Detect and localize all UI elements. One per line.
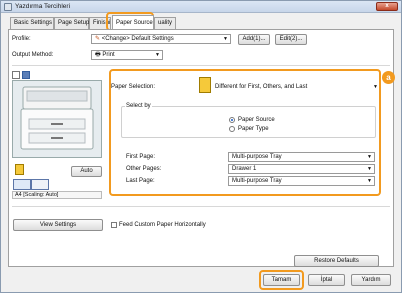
title-bar: Yazdırma Tercihleri x bbox=[1, 1, 401, 13]
printing-preferences-window: Yazdırma Tercihleri x Basic Settings Pag… bbox=[0, 0, 402, 293]
edit-profile-button[interactable]: Edit(2)... bbox=[275, 34, 307, 45]
cancel-button[interactable]: İptal bbox=[308, 274, 345, 286]
output-method-label: Output Method: bbox=[12, 52, 54, 58]
printer-app-icon bbox=[4, 3, 12, 11]
tab-page-setup[interactable]: Page Setup bbox=[54, 17, 89, 29]
chevron-down-icon: ▼ bbox=[223, 36, 228, 42]
preview-small-view-icon[interactable] bbox=[12, 71, 20, 79]
window-title: Yazdırma Tercihleri bbox=[15, 3, 71, 10]
printer-illustration bbox=[20, 86, 94, 150]
separator bbox=[12, 206, 390, 207]
close-button[interactable]: x bbox=[376, 2, 398, 11]
scaling-info: A4 [Scaling: Auto] bbox=[12, 191, 102, 199]
preview-large-view-icon[interactable] bbox=[22, 71, 30, 79]
paper-orientation-icon[interactable] bbox=[13, 179, 31, 190]
paper-settings-highlight bbox=[109, 69, 381, 196]
tab-paper-source[interactable]: Paper Source bbox=[112, 15, 154, 29]
duplex-icon[interactable] bbox=[31, 179, 49, 190]
profile-select[interactable]: ✎ <Change> Default Settings ▼ bbox=[91, 34, 231, 44]
auto-button[interactable]: Auto bbox=[71, 166, 102, 177]
profile-label: Profile: bbox=[12, 36, 31, 42]
output-method-select[interactable]: 🖶 Print ▼ bbox=[91, 50, 163, 60]
help-button[interactable]: Yardım bbox=[351, 274, 391, 286]
ok-button-highlight bbox=[259, 270, 304, 290]
view-settings-button[interactable]: View Settings bbox=[13, 219, 103, 231]
paper-stack-icon bbox=[15, 164, 24, 175]
profile-value: <Change> Default Settings bbox=[101, 36, 174, 42]
restore-defaults-button[interactable]: Restore Defaults bbox=[294, 255, 379, 267]
callout-badge: a bbox=[382, 71, 395, 84]
tab-basic-settings[interactable]: Basic Settings bbox=[10, 17, 54, 29]
feed-custom-paper-checkbox[interactable] bbox=[111, 222, 117, 228]
printer-icon: 🖶 bbox=[95, 52, 101, 58]
tab-quality[interactable]: uality bbox=[154, 17, 176, 29]
output-method-value: Print bbox=[102, 52, 115, 58]
separator bbox=[12, 65, 390, 66]
add-profile-button[interactable]: Add(1)... bbox=[238, 34, 270, 45]
feed-custom-paper-label: Feed Custom Paper Horizontally bbox=[119, 222, 206, 228]
chevron-down-icon: ▼ bbox=[155, 52, 160, 58]
printer-preview-image bbox=[12, 80, 102, 158]
pencil-icon: ✎ bbox=[95, 36, 101, 42]
